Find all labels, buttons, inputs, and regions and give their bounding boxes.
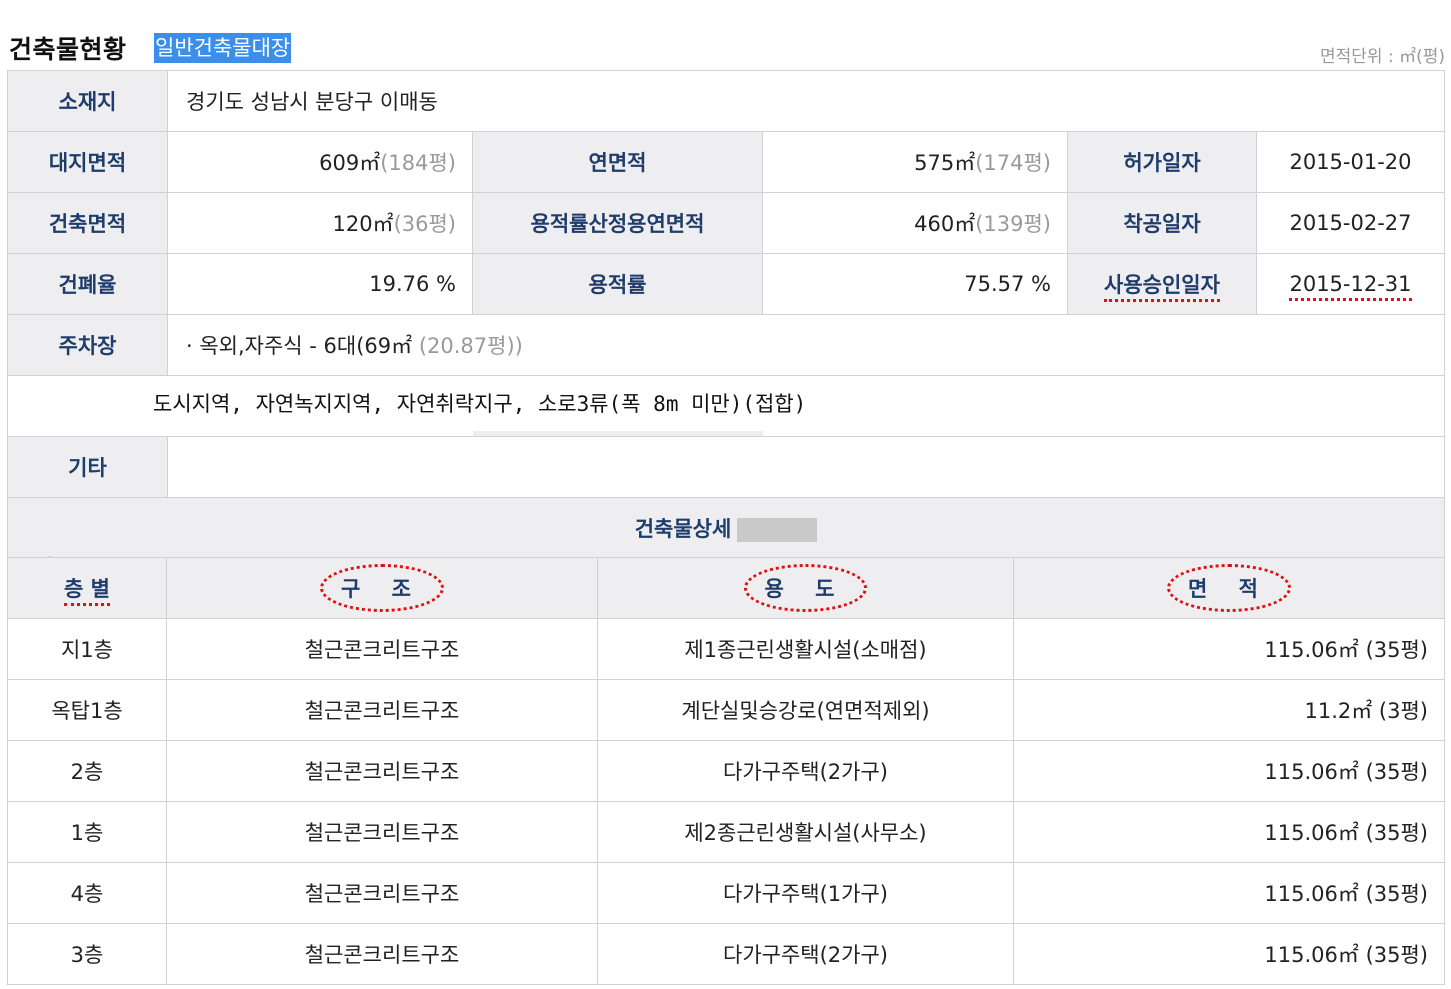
bcr-value: 19.76 % <box>167 253 473 315</box>
site-area-value: 609㎡(184평) <box>167 131 473 193</box>
header-use: 용 도 <box>597 557 1014 619</box>
row-floor: 지1층 <box>7 618 167 680</box>
zoning-text: 도시지역, 자연녹지지역, 자연취락지구, 소로3류(폭 8m 미만)(접합) <box>153 392 807 416</box>
table-row: 3층 철근콘크리트구조 다가구주택(2가구) 115.06㎡ (35평) <box>7 923 1445 985</box>
header-structure: 구 조 <box>166 557 598 619</box>
row-area: 11.2㎡ (3평) <box>1013 679 1445 741</box>
register-type-highlight: 일반건축물대장 <box>154 33 292 63</box>
etc-value <box>167 436 1445 498</box>
far-area-value: 460㎡(139평) <box>762 192 1068 254</box>
approval-date-label-text: 사용승인일자 <box>1104 273 1220 302</box>
table-row: 1층 철근콘크리트구조 제2종근린생활시설(사무소) 115.06㎡ (35평) <box>7 801 1445 863</box>
permit-date-value: 2015-01-20 <box>1256 131 1445 193</box>
row-structure: 철근콘크리트구조 <box>166 679 598 741</box>
redacted-block <box>737 518 818 542</box>
header-structure-text: 구 조 <box>320 564 444 612</box>
detail-header-row: 건축물상세 <box>7 497 1445 559</box>
site-area-label: 대지면적 <box>7 131 168 193</box>
row-structure: 철근콘크리트구조 <box>166 740 598 802</box>
table-row: 옥탑1층 철근콘크리트구조 계단실및승강로(연면적제외) 11.2㎡ (3평) <box>7 679 1445 741</box>
parking-pyeong: (20.87평)) <box>418 334 523 358</box>
row-floor: 1층 <box>7 801 167 863</box>
zoning-gray-strip <box>473 431 763 436</box>
far-label: 용적률 <box>472 253 763 315</box>
row-use: 다가구주택(2가구) <box>597 740 1014 802</box>
zoning-row: 도시지역, 자연녹지지역, 자연취락지구, 소로3류(폭 8m 미만)(접합) <box>7 375 1445 437</box>
row-use: 제1종근린생활시설(소매점) <box>597 618 1014 680</box>
detail-title: 건축물상세 <box>7 497 1445 559</box>
far-area-sqm: 460㎡ <box>914 212 976 236</box>
header-area-text: 면 적 <box>1167 564 1291 612</box>
building-area-value: 120㎡(36평) <box>167 192 473 254</box>
etc-label: 기타 <box>7 436 168 498</box>
header-use-text: 용 도 <box>743 564 868 612</box>
start-date-label: 착공일자 <box>1067 192 1257 254</box>
building-area-pyeong: (36평) <box>393 212 456 236</box>
row-structure: 철근콘크리트구조 <box>166 801 598 863</box>
approval-date-text: 2015-12-31 <box>1289 272 1412 301</box>
row-structure: 철근콘크리트구조 <box>166 862 598 924</box>
detail-title-text: 건축물상세 <box>634 517 732 541</box>
row-use: 다가구주택(2가구) <box>597 923 1014 985</box>
permit-date-label: 허가일자 <box>1067 131 1257 193</box>
row-use: 계단실및승강로(연면적제외) <box>597 679 1014 741</box>
building-info-table: 소재지 경기도 성남시 분당구 이매동 대지면적 609㎡(184평) 연면적 … <box>7 70 1445 559</box>
table-row: 지1층 철근콘크리트구조 제1종근린생활시설(소매점) 115.06㎡ (35평… <box>7 618 1445 680</box>
zoning-cell: 도시지역, 자연녹지지역, 자연취락지구, 소로3류(폭 8m 미만)(접합) <box>7 375 1445 437</box>
row-area: 115.06㎡ (35평) <box>1013 923 1445 985</box>
site-area-pyeong: (184평) <box>380 151 456 175</box>
row-area: 115.06㎡ (35평) <box>1013 801 1445 863</box>
site-area-sqm: 609㎡ <box>319 151 381 175</box>
area-row-1: 대지면적 609㎡(184평) 연면적 575㎡(174평) 허가일자 2015… <box>7 131 1445 193</box>
row-use: 제2종근린생활시설(사무소) <box>597 801 1014 863</box>
floor-area-value: 575㎡(174평) <box>762 131 1068 193</box>
parking-value: · 옥외,자주식 - 6대(69㎡ (20.87평)) <box>167 314 1445 376</box>
approval-date-label: 사용승인일자 <box>1067 253 1257 315</box>
row-area: 115.06㎡ (35평) <box>1013 740 1445 802</box>
ratio-row: 건폐율 19.76 % 용적률 75.57 % 사용승인일자 2015-12-3… <box>7 253 1445 315</box>
row-structure: 철근콘크리트구조 <box>166 618 598 680</box>
parking-text: · 옥외,자주식 - 6대(69㎡ <box>186 334 413 358</box>
page-title: 건축물현황 <box>9 35 127 64</box>
row-area: 115.06㎡ (35평) <box>1013 862 1445 924</box>
location-value: 경기도 성남시 분당구 이매동 <box>167 70 1445 132</box>
floor-area-sqm: 575㎡ <box>914 151 976 175</box>
building-area-sqm: 120㎡ <box>332 212 394 236</box>
far-area-pyeong: (139평) <box>975 212 1051 236</box>
approval-date-value: 2015-12-31 <box>1256 253 1445 315</box>
row-area: 115.06㎡ (35평) <box>1013 618 1445 680</box>
area-row-2: 건축면적 120㎡(36평) 용적률산정용연면적 460㎡(139평) 착공일자… <box>7 192 1445 254</box>
header-area: 면 적 <box>1013 557 1445 619</box>
row-floor: 옥탑1층 <box>7 679 167 741</box>
row-use: 다가구주택(1가구) <box>597 862 1014 924</box>
floor-area-pyeong: (174평) <box>975 151 1051 175</box>
floor-detail-table: 층 별 구 조 용 도 면 적 지1층 철근콘크리트구조 제1종근린생활시설(소… <box>7 557 1445 985</box>
etc-row: 기타 <box>7 436 1445 498</box>
floor-area-label: 연면적 <box>472 131 763 193</box>
parking-row: 주차장 · 옥외,자주식 - 6대(69㎡ (20.87평)) <box>7 314 1445 376</box>
bcr-label: 건폐율 <box>7 253 168 315</box>
far-value: 75.57 % <box>762 253 1068 315</box>
far-area-label: 용적률산정용연면적 <box>472 192 763 254</box>
header-floor-text: 층 별 <box>64 577 110 606</box>
header-floor: 층 별 <box>7 557 167 619</box>
table-row: 4층 철근콘크리트구조 다가구주택(1가구) 115.06㎡ (35평) <box>7 862 1445 924</box>
row-floor: 4층 <box>7 862 167 924</box>
floor-table-header: 층 별 구 조 용 도 면 적 <box>7 557 1445 619</box>
start-date-value: 2015-02-27 <box>1256 192 1445 254</box>
table-row: 2층 철근콘크리트구조 다가구주택(2가구) 115.06㎡ (35평) <box>7 740 1445 802</box>
area-unit-note: 면적단위 : ㎡(평) <box>1320 47 1445 67</box>
location-label: 소재지 <box>7 70 168 132</box>
row-structure: 철근콘크리트구조 <box>166 923 598 985</box>
row-floor: 2층 <box>7 740 167 802</box>
building-area-label: 건축면적 <box>7 192 168 254</box>
location-row: 소재지 경기도 성남시 분당구 이매동 <box>7 70 1445 132</box>
parking-label: 주차장 <box>7 314 168 376</box>
row-floor: 3층 <box>7 923 167 985</box>
